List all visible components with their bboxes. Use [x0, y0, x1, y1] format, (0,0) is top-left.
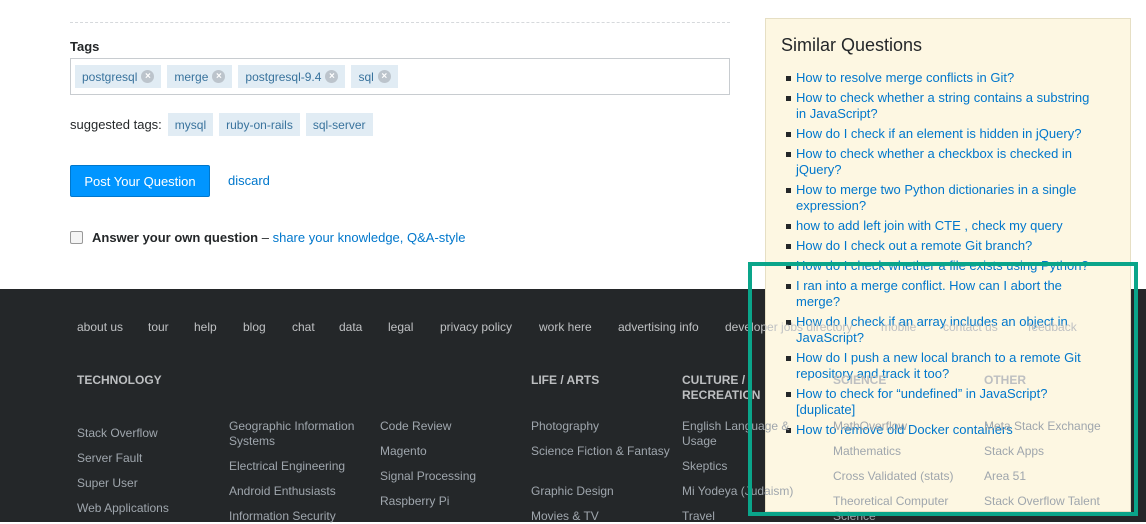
similar-question-item: How to resolve merge conflicts in Git?	[786, 70, 1096, 86]
suggested-tag[interactable]: ruby-on-rails	[219, 113, 300, 136]
similar-question-item: How to merge two Python dictionaries in …	[786, 182, 1096, 214]
remove-tag-icon[interactable]: ×	[325, 70, 339, 83]
remove-tag-icon[interactable]: ×	[212, 70, 226, 83]
suggested-tags: suggested tags: mysql ruby-on-rails sql-se…	[70, 113, 373, 136]
footer-site-link[interactable]: Magento	[380, 444, 525, 459]
footer-site-link[interactable]: Science Fiction & Fantasy	[531, 444, 676, 459]
answer-own-label: Answer your own question	[92, 230, 259, 245]
similar-question-item: How to check whether a string contains a…	[786, 90, 1096, 122]
footer-link[interactable]: help	[194, 320, 217, 334]
tag-chip: sql ×	[351, 65, 398, 88]
suggested-tag[interactable]: mysql	[167, 113, 214, 136]
similar-questions-title: Similar Questions	[781, 35, 923, 55]
answer-own-question: Answer your own question – share your kn…	[70, 230, 466, 245]
footer-site-link[interactable]: Stack Overflow	[77, 426, 222, 441]
tag-label: postgresql	[82, 69, 138, 84]
tag-chip: postgresql-9.4 ×	[238, 65, 346, 88]
footer-site-link[interactable]: Android Enthusiasts	[229, 484, 374, 499]
similar-question-link[interactable]: How to check whether a string contains a…	[796, 90, 1089, 121]
share-knowledge-link[interactable]: share your knowledge, Q&A-style	[273, 230, 466, 245]
footer-link[interactable]: about us	[77, 320, 123, 334]
tag-label: postgresql-9.4	[245, 69, 322, 84]
footer-link[interactable]: chat	[292, 320, 315, 334]
discard-link[interactable]: discard	[228, 173, 270, 188]
tag-label: merge	[174, 69, 209, 84]
footer-site-link[interactable]: Server Fault	[77, 451, 222, 466]
footer-site-link[interactable]: Code Review	[380, 419, 525, 434]
footer-column-heading: TECHNOLOGY	[77, 373, 162, 387]
dash: –	[258, 230, 273, 245]
footer-site-link[interactable]: Geographic Information Systems	[229, 419, 374, 449]
post-question-button[interactable]: Post Your Question	[70, 165, 210, 197]
footer-site-link[interactable]: Raspberry Pi	[380, 494, 525, 509]
footer-site-link[interactable]: Photography	[531, 419, 676, 434]
suggested-tags-label: suggested tags:	[70, 117, 162, 132]
tag-chip: postgresql ×	[75, 65, 162, 88]
footer-site-link[interactable]: Graphic Design	[531, 484, 676, 499]
similar-question-link[interactable]: How to check whether a checkbox is check…	[796, 146, 1072, 177]
remove-tag-icon[interactable]: ×	[377, 70, 391, 83]
divider	[70, 22, 730, 23]
tag-label: sql	[358, 69, 374, 84]
footer-link[interactable]: blog	[243, 320, 266, 334]
tag-chip: merge ×	[167, 65, 233, 88]
footer-link[interactable]: legal	[388, 320, 413, 334]
similar-question-link[interactable]: how to add left join with CTE , check my…	[796, 218, 1063, 233]
similar-question-link[interactable]: How do I check out a remote Git branch?	[796, 238, 1032, 253]
footer-site-link[interactable]: Web Applications	[77, 501, 222, 516]
similar-question-link[interactable]: How do I check if an element is hidden i…	[796, 126, 1081, 141]
tags-label: Tags	[70, 39, 100, 54]
similar-question-item: How do I check if an element is hidden i…	[786, 126, 1096, 142]
footer-site-link[interactable]: Signal Processing	[380, 469, 525, 484]
tags-input[interactable]: postgresql × merge × postgresql-9.4 × sql ×	[70, 58, 730, 95]
footer-link[interactable]: data	[339, 320, 362, 334]
footer-link[interactable]: privacy policy	[440, 320, 512, 334]
highlight-box	[748, 262, 1138, 516]
similar-question-link[interactable]: How to resolve merge conflicts in Git?	[796, 70, 1014, 85]
similar-question-item: how to add left join with CTE , check my…	[786, 218, 1096, 234]
answer-own-checkbox[interactable]	[70, 231, 83, 244]
footer-site-link[interactable]: Electrical Engineering	[229, 459, 374, 474]
similar-question-item: How to check whether a checkbox is check…	[786, 146, 1096, 178]
footer-site-link[interactable]: Super User	[77, 476, 222, 491]
footer-link[interactable]: tour	[148, 320, 169, 334]
footer-link[interactable]: advertising info	[618, 320, 699, 334]
similar-question-link[interactable]: How to merge two Python dictionaries in …	[796, 182, 1076, 213]
footer-link[interactable]: work here	[539, 320, 592, 334]
similar-question-item: How do I check out a remote Git branch?	[786, 238, 1096, 254]
remove-tag-icon[interactable]: ×	[141, 70, 155, 83]
footer-column-heading: LIFE / ARTS	[531, 373, 600, 387]
suggested-tag[interactable]: sql-server	[305, 113, 373, 136]
